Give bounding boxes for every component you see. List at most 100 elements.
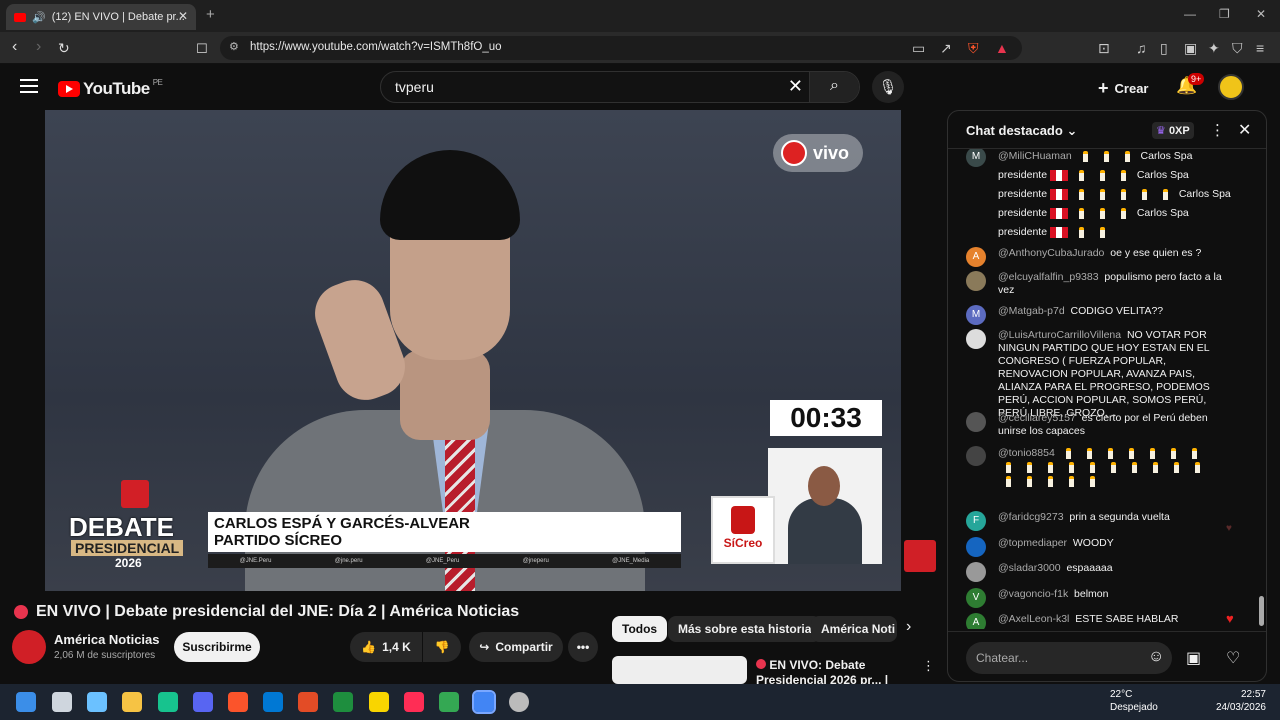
brave-icon[interactable] [228, 692, 248, 712]
emoji-icon[interactable]: ☺ [1148, 648, 1164, 666]
chrome-icon[interactable] [439, 692, 459, 712]
message-author[interactable]: @tonio8854 [998, 447, 1055, 459]
forward-icon[interactable]: › [36, 38, 41, 56]
recommendation-title[interactable]: EN VIVO: Debate Presidencial 2026 pr... … [756, 658, 916, 684]
wallet-icon[interactable]: ▣ [1184, 40, 1197, 57]
message-author[interactable]: @topmediaper [998, 537, 1067, 549]
message-author[interactable]: @AxelLeon-k3l [998, 613, 1069, 625]
dislike-button[interactable]: 👎 [423, 632, 461, 662]
channel-name[interactable]: América Noticias [54, 632, 160, 647]
new-tab-icon[interactable]: + [206, 6, 215, 23]
chip-america[interactable]: América Noti [811, 616, 897, 642]
chip-more-story[interactable]: Más sobre esta historia [668, 616, 822, 642]
message-author[interactable]: @faridcg9273 [998, 511, 1064, 523]
xp-badge[interactable]: ♛ 0XP [1152, 122, 1194, 139]
message-author[interactable]: @vagoncio-f1k [998, 588, 1068, 600]
weather-widget[interactable]: 22°C Despejado [1110, 688, 1158, 714]
close-chat-icon[interactable]: ✕ [1238, 120, 1251, 140]
chat-messages[interactable]: M @MiliCHuaman Carlos Spa presidente Car… [948, 149, 1266, 629]
browser-tab[interactable]: 🔊 (12) EN VIVO | Debate pr... ✕ [6, 4, 196, 30]
chip-todos[interactable]: Todos [612, 616, 668, 642]
reader-icon[interactable]: ⊡ [1098, 40, 1110, 57]
candle-emoji-icon [1065, 447, 1071, 459]
menu-icon[interactable]: ≡ [1256, 40, 1264, 56]
task-view-icon[interactable] [52, 692, 72, 712]
clear-search-icon[interactable]: ✕ [788, 76, 803, 97]
message-text: NO VOTAR POR NINGUN PARTIDO QUE HOY ESTA… [998, 329, 1210, 419]
reload-icon[interactable]: ↻ [58, 40, 70, 57]
chat-input[interactable]: Chatear... [966, 642, 1172, 674]
share-page-icon[interactable]: ↗ [940, 40, 952, 57]
heart-icon[interactable]: ♡ [1226, 648, 1240, 668]
close-window-icon[interactable]: ✕ [1256, 7, 1266, 21]
url-field[interactable]: ⚙ https://www.youtube.com/watch?v=ISMTh8… [220, 36, 1022, 60]
live-icon [756, 659, 766, 669]
share-button[interactable]: ↪ Compartir [469, 632, 563, 662]
brave-shields-icon[interactable]: ⛨ [968, 40, 979, 57]
file-explorer-icon[interactable] [122, 692, 142, 712]
search-button[interactable]: ⌕ [809, 72, 859, 102]
more-actions-button[interactable]: ••• [568, 632, 598, 662]
clock[interactable]: 22:57 24/03/2026 [1210, 688, 1266, 714]
message-author[interactable]: @Matgab-p7d [998, 305, 1065, 317]
chat-mode-dropdown[interactable]: Chat destacado ⌄ [966, 123, 1077, 139]
message-author[interactable]: @LuisArturoCarrilloVillena [998, 329, 1121, 341]
rewards-icon[interactable]: ▲ [995, 40, 1009, 56]
bookmark-icon[interactable]: ☐ [196, 41, 208, 57]
sidebar-icon[interactable]: ▯ [1160, 40, 1168, 57]
chrome-active-icon[interactable] [472, 690, 496, 714]
voice-search-icon[interactable]: 🎙 [872, 71, 904, 103]
like-button[interactable]: 👍 1,4 K [350, 632, 422, 662]
heart-reaction-icon: ♥ [1226, 523, 1232, 534]
hamburger-menu-icon[interactable] [20, 79, 38, 93]
copilot-icon[interactable] [87, 692, 107, 712]
message-author[interactable]: @AnthonyCubaJurado [998, 247, 1104, 259]
super-chat-icon[interactable]: ▣ [1186, 648, 1201, 668]
chat-more-icon[interactable]: ⋮ [1210, 121, 1225, 139]
like-count: 1,4 K [382, 640, 411, 654]
channel-watermark-icon[interactable] [904, 540, 936, 572]
app-icon[interactable] [158, 692, 178, 712]
candidate-nameplate: CARLOS ESPÁ Y GARCÉS-ALVEAR PARTIDO SÍCR… [208, 512, 681, 552]
store-icon[interactable] [263, 692, 283, 712]
restore-icon[interactable]: ❐ [1219, 7, 1230, 21]
audio-icon[interactable]: 🔊 [32, 11, 46, 24]
discord-icon[interactable] [193, 692, 213, 712]
channel-avatar[interactable] [12, 630, 46, 664]
message-author[interactable]: @sladar3000 [998, 562, 1061, 574]
tiktok-icon[interactable] [404, 692, 424, 712]
app-icon[interactable] [509, 692, 529, 712]
app-icon[interactable] [298, 692, 318, 712]
excel-icon[interactable] [333, 692, 353, 712]
candle-emoji-icon [1174, 461, 1179, 473]
cast-icon[interactable]: ▭ [912, 40, 925, 57]
search-input[interactable]: tvperu ✕ ⌕ [380, 71, 860, 103]
subscribe-button[interactable]: Suscribirme [174, 632, 260, 662]
scrollbar-thumb[interactable] [1259, 596, 1264, 626]
message-author[interactable]: @MiliCHuaman [998, 150, 1072, 162]
notes-icon[interactable] [369, 692, 389, 712]
xp-value: 0XP [1168, 125, 1190, 137]
leo-icon[interactable]: ✦ [1208, 40, 1220, 57]
message-author[interactable]: @elcuyalfalfin_p9383 [998, 271, 1099, 283]
minimize-icon[interactable]: — [1184, 7, 1196, 21]
chat-scrollbar[interactable] [1259, 156, 1264, 626]
youtube-logo[interactable]: YouTube PE [58, 78, 163, 99]
message-text: WOODY [1072, 537, 1114, 549]
start-icon[interactable] [16, 692, 36, 712]
recommendation-menu-icon[interactable]: ⋮ [922, 658, 935, 674]
site-info-icon[interactable]: ⚙ [229, 40, 239, 53]
create-button[interactable]: + Crear [1098, 78, 1148, 99]
back-icon[interactable]: ‹ [12, 38, 17, 56]
media-icon[interactable]: ♫ [1136, 40, 1147, 56]
recommendation-thumbnail[interactable] [612, 656, 747, 684]
video-player[interactable]: vivo 00:33 DEBATE PRESIDENCIAL 2026 CARL… [45, 110, 901, 591]
account-avatar[interactable] [1218, 74, 1244, 100]
close-tab-icon[interactable]: ✕ [178, 9, 188, 23]
vpn-icon[interactable]: ⛉ [1232, 40, 1243, 57]
social-handle: @JNE_Media [612, 558, 650, 564]
candle-emoji-icon [1099, 188, 1105, 200]
user-avatar [966, 562, 986, 582]
message-author[interactable]: @ceciliarey5157 [998, 412, 1076, 424]
chips-next-icon[interactable]: › [906, 618, 911, 636]
